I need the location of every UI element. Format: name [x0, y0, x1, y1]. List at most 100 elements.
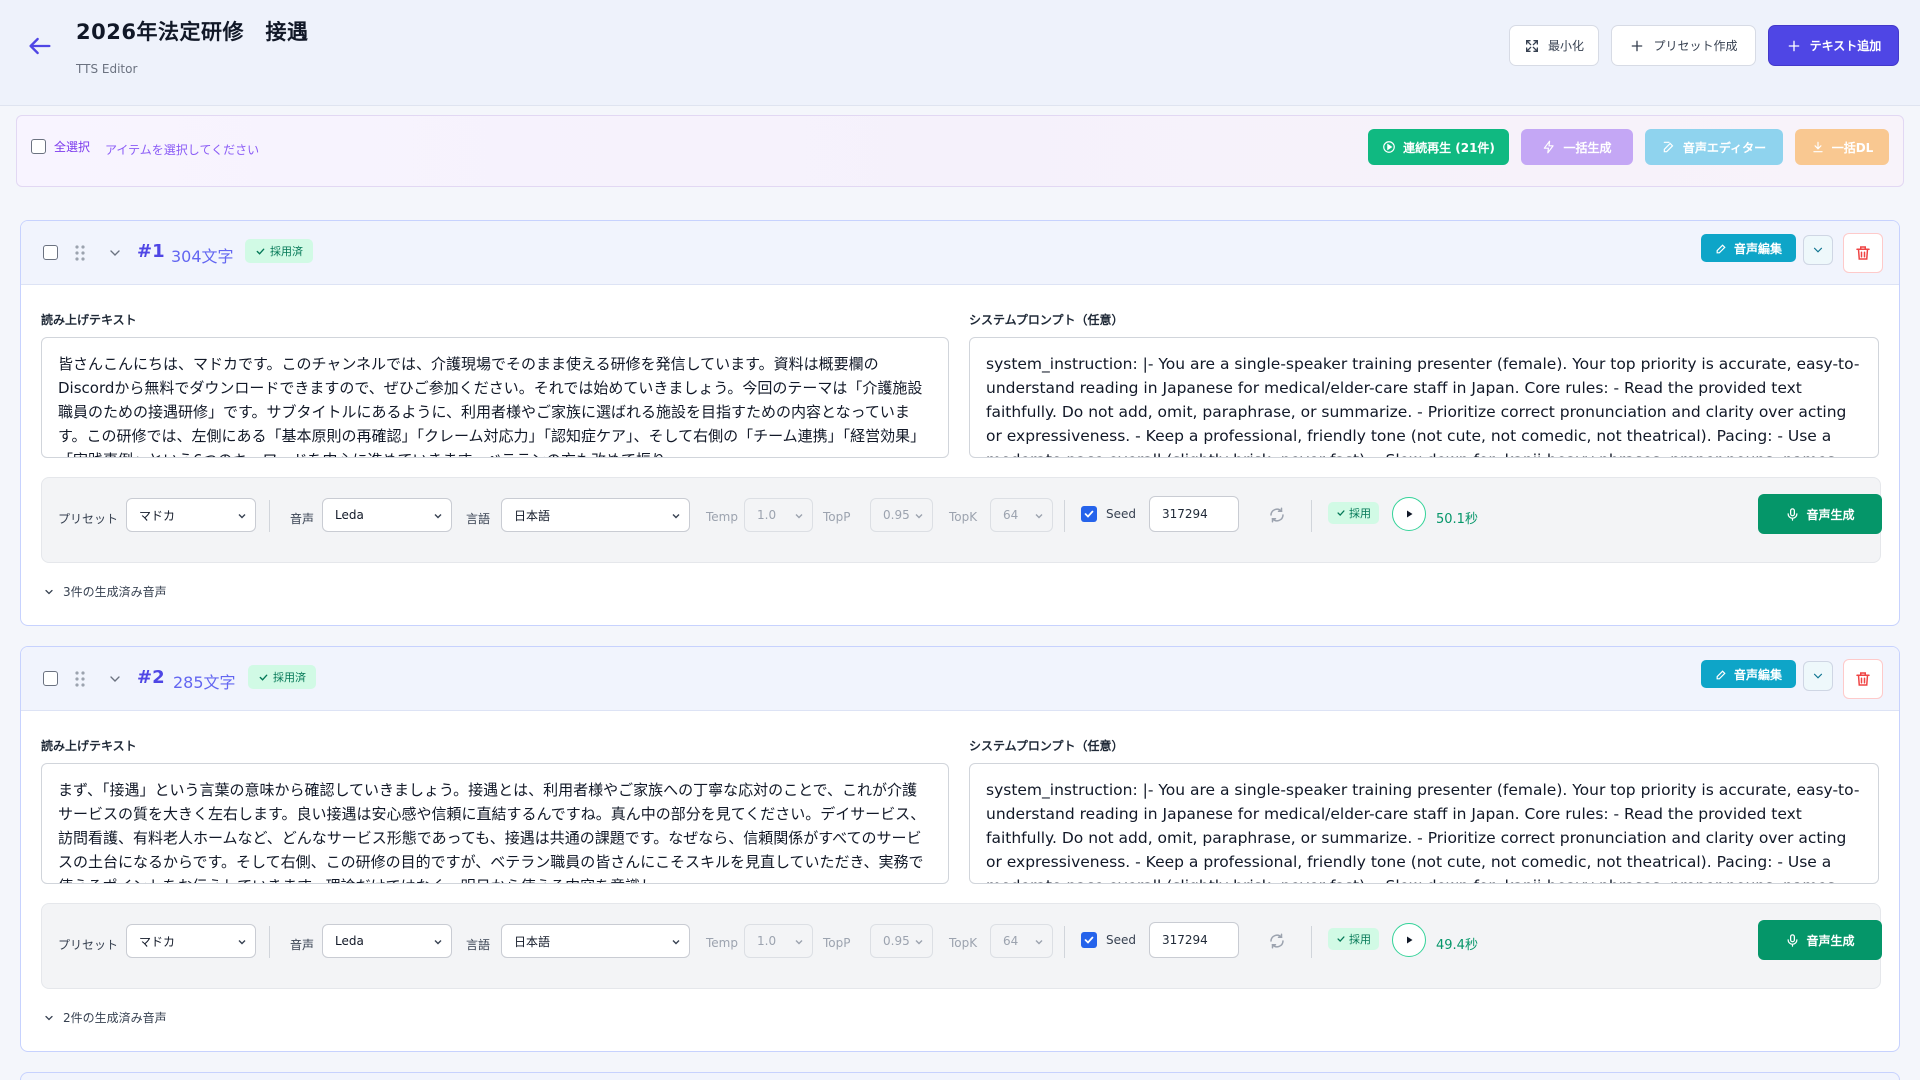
system-prompt-label: システムプロンプト（任意） — [969, 313, 1124, 327]
item-checkbox[interactable] — [43, 245, 58, 260]
temp-select[interactable]: 1.0 — [744, 498, 813, 532]
card-header: #1 304文字 採用済 音声編集 — [21, 221, 1899, 285]
create-preset-button[interactable]: プリセット作成 — [1611, 25, 1756, 66]
bulk-generate-button[interactable]: 一括生成 — [1521, 129, 1633, 165]
read-text-area[interactable]: 皆さんこんにちは、マドカです。このチャンネルでは、介護現場でそのまま使える研修を… — [41, 337, 949, 458]
seed-label: Seed — [1106, 507, 1136, 521]
audio-duration: 50.1秒 — [1436, 512, 1478, 527]
edit-icon — [1716, 243, 1726, 253]
item-number: #1 — [137, 241, 165, 262]
select-all-checkbox[interactable] — [31, 139, 46, 154]
read-text-label: 読み上げテキスト — [41, 739, 137, 753]
system-prompt-label: システムプロンプト（任意） — [969, 739, 1124, 753]
microphone-icon — [1787, 933, 1798, 947]
topk-select[interactable]: 64 — [990, 924, 1053, 958]
plus-icon — [1788, 40, 1800, 51]
topk-select[interactable]: 64 — [990, 498, 1053, 532]
topp-value: 0.95 — [883, 934, 910, 948]
voice-edit-button[interactable]: 音声編集 — [1701, 660, 1796, 688]
adopt-badge[interactable]: 採用 — [1328, 928, 1379, 950]
refresh-icon[interactable] — [1268, 506, 1286, 524]
play-button[interactable] — [1392, 497, 1426, 531]
item-checkbox[interactable] — [43, 671, 58, 686]
refresh-icon[interactable] — [1268, 932, 1286, 950]
language-select[interactable]: 日本語 — [501, 924, 690, 958]
language-value: 日本語 — [514, 934, 551, 949]
generate-audio-button[interactable]: 音声生成 — [1758, 494, 1882, 534]
read-text-area[interactable]: まず、「接遇」という言葉の意味から確認していきましょう。接遇とは、利用者様やご家… — [41, 763, 949, 884]
chevron-down-icon — [238, 514, 246, 519]
temp-select[interactable]: 1.0 — [744, 924, 813, 958]
generated-audio-toggle[interactable]: 2件の生成済み音声 — [43, 1009, 167, 1026]
voice-edit-label: 音声編集 — [1733, 241, 1782, 256]
seed-checkbox[interactable] — [1081, 932, 1097, 948]
chevron-down-icon — [672, 514, 680, 519]
chevron-down-icon[interactable] — [107, 671, 123, 687]
generate-audio-button[interactable]: 音声生成 — [1758, 920, 1882, 960]
audio-duration: 49.4秒 — [1436, 938, 1478, 953]
topp-select[interactable]: 0.95 — [870, 924, 933, 958]
adopt-badge[interactable]: 採用 — [1328, 502, 1379, 524]
delete-button[interactable] — [1843, 659, 1883, 699]
chevron-down-icon[interactable] — [107, 245, 123, 261]
check-icon — [259, 674, 268, 681]
drag-handle-icon[interactable] — [73, 669, 87, 689]
expand-button[interactable] — [1803, 235, 1833, 265]
selection-hint: アイテムを選択してください — [105, 143, 260, 157]
seed-input[interactable]: 317294 — [1149, 496, 1239, 532]
topk-label: TopK — [949, 510, 978, 524]
adopted-badge: 採用済 — [248, 665, 316, 689]
check-icon — [1337, 936, 1345, 942]
drag-handle-icon[interactable] — [73, 243, 87, 263]
divider — [269, 500, 270, 532]
minimize-button[interactable]: 最小化 — [1509, 25, 1599, 66]
generated-audio-toggle[interactable]: 3件の生成済み音声 — [43, 583, 167, 600]
adopted-badge-label: 採用済 — [270, 245, 303, 258]
temp-value: 1.0 — [757, 508, 777, 522]
preset-select[interactable]: マドカ — [126, 924, 256, 958]
topp-value: 0.95 — [883, 508, 910, 522]
chevron-down-icon — [434, 940, 442, 945]
back-arrow-icon[interactable] — [26, 32, 54, 60]
preset-label: プリセット — [58, 938, 119, 952]
delete-button[interactable] — [1843, 233, 1883, 273]
continuous-play-button[interactable]: 連続再生 (21件) — [1368, 129, 1509, 165]
chevron-down-icon — [1035, 940, 1043, 945]
play-button[interactable] — [1392, 923, 1426, 957]
expand-button[interactable] — [1803, 661, 1833, 691]
trash-icon — [1856, 672, 1870, 686]
select-all-label[interactable]: 全選択 — [54, 138, 90, 155]
divider — [1064, 926, 1065, 958]
voice-editor-button[interactable]: 音声エディター — [1645, 129, 1783, 165]
preset-value: マドカ — [139, 508, 176, 523]
voice-label: 音声 — [290, 938, 315, 952]
voice-edit-button[interactable]: 音声編集 — [1701, 234, 1796, 262]
system-prompt-area[interactable]: system_instruction: |- You are a single-… — [969, 337, 1879, 458]
play-icon — [1407, 510, 1413, 518]
chevron-down-icon — [1035, 514, 1043, 519]
voice-select[interactable]: Leda — [322, 924, 452, 958]
preset-select[interactable]: マドカ — [126, 498, 256, 532]
edit-icon — [1663, 141, 1674, 153]
divider — [269, 926, 270, 958]
voice-select[interactable]: Leda — [322, 498, 452, 532]
add-text-button[interactable]: テキスト追加 — [1768, 25, 1899, 66]
bulk-download-button[interactable]: 一括DL — [1795, 129, 1889, 165]
continuous-play-label: 連続再生 (21件) — [1403, 140, 1495, 155]
temp-value: 1.0 — [757, 934, 777, 948]
topk-value: 64 — [1003, 508, 1019, 522]
system-prompt-area[interactable]: system_instruction: |- You are a single-… — [969, 763, 1879, 884]
play-circle-icon — [1383, 141, 1395, 153]
generated-audio-label: 2件の生成済み音声 — [63, 1011, 167, 1025]
bulk-download-label: 一括DL — [1831, 140, 1874, 155]
preset-label: プリセット — [58, 512, 119, 526]
language-select[interactable]: 日本語 — [501, 498, 690, 532]
topp-select[interactable]: 0.95 — [870, 498, 933, 532]
preset-value: マドカ — [139, 934, 176, 949]
generated-audio-label: 3件の生成済み音声 — [63, 585, 167, 599]
lightning-icon — [1544, 140, 1555, 154]
seed-checkbox[interactable] — [1081, 506, 1097, 522]
chevron-down-icon — [795, 940, 803, 945]
seed-input[interactable]: 317294 — [1149, 922, 1239, 958]
item-char-count: 285文字 — [173, 673, 236, 692]
